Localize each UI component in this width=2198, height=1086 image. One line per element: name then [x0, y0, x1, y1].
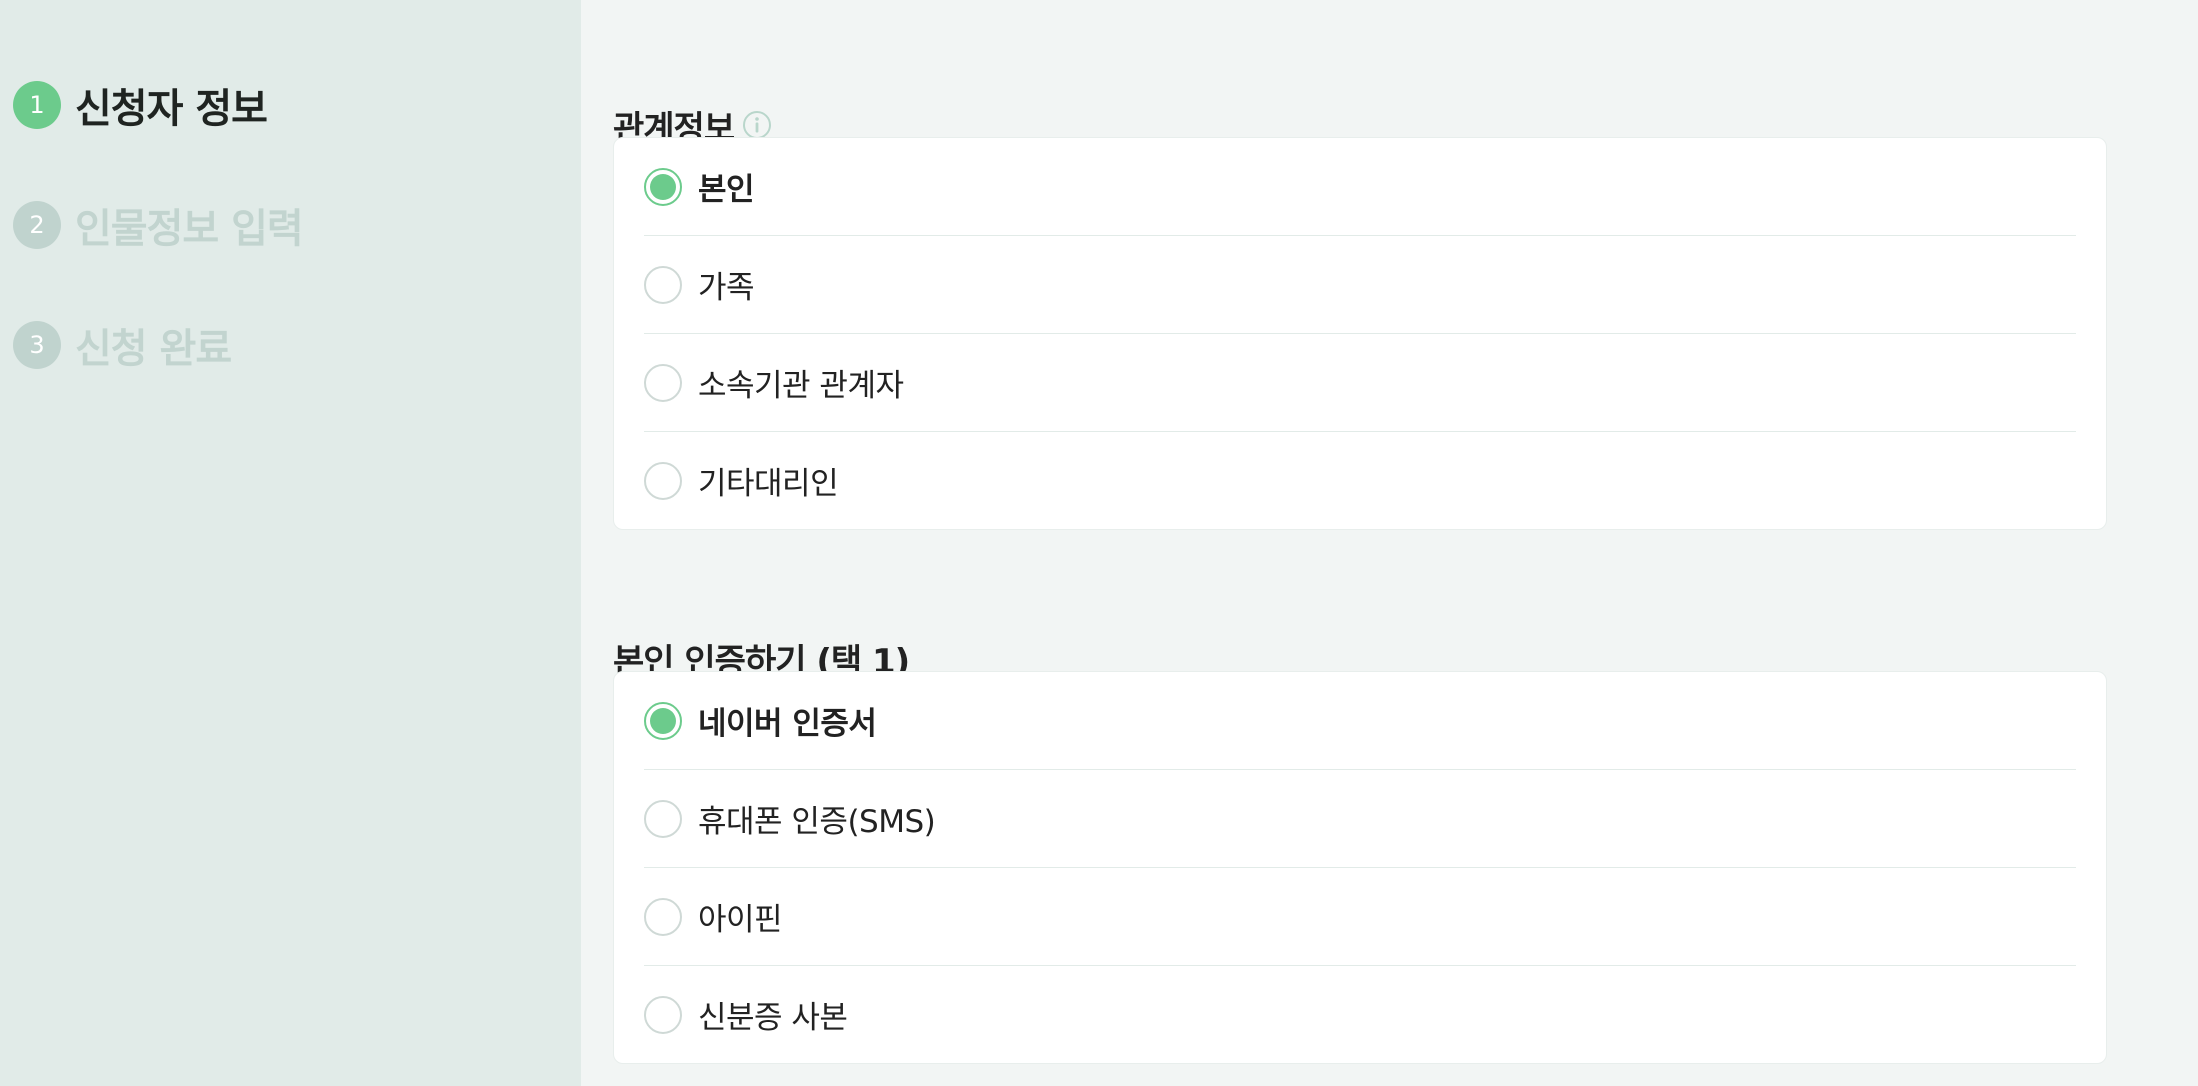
- option-label: 본인: [698, 172, 755, 208]
- radio-button[interactable]: [644, 461, 682, 500]
- step-sidebar: 1 신청자 정보 2 인물정보 입력 3 신청 완료: [0, 0, 581, 1086]
- option-label: 가족: [698, 270, 755, 306]
- option-label: 네이버 인증서: [698, 706, 877, 742]
- relation-radio-group: 본인 가족 소속기관 관계자 기타대리인: [614, 138, 2106, 529]
- auth-radio-group: 네이버 인증서 휴대폰 인증(SMS) 아이핀 신분증 사본: [614, 672, 2106, 1063]
- step-label-applicant-info: 신청자 정보: [75, 86, 268, 132]
- option-label: 아이핀: [698, 902, 783, 938]
- option-label: 휴대폰 인증(SMS): [698, 804, 936, 840]
- step-label-person-info: 인물정보 입력: [75, 206, 304, 252]
- step-label-complete: 신청 완료: [75, 326, 232, 372]
- info-circle-icon[interactable]: [742, 110, 772, 140]
- radio-button[interactable]: [644, 897, 682, 936]
- radio-button-checked[interactable]: [644, 701, 682, 740]
- relation-option-affiliated[interactable]: 소속기관 관계자: [644, 334, 2076, 432]
- relation-options-card: 본인 가족 소속기관 관계자 기타대리인: [613, 137, 2107, 530]
- step-complete: 3 신청 완료: [13, 321, 232, 372]
- radio-dot: [650, 173, 676, 200]
- radio-dot: [650, 707, 676, 734]
- auth-option-ipin[interactable]: 아이핀: [644, 868, 2076, 966]
- relation-option-family[interactable]: 가족: [644, 236, 2076, 334]
- option-label: 신분증 사본: [698, 1000, 848, 1036]
- step-number-1: 1: [13, 81, 61, 129]
- step-applicant-info: 1 신청자 정보: [13, 81, 268, 132]
- step-number-3: 3: [13, 321, 61, 369]
- radio-button[interactable]: [644, 265, 682, 304]
- step-person-info: 2 인물정보 입력: [13, 201, 304, 252]
- radio-button[interactable]: [644, 363, 682, 402]
- option-label: 기타대리인: [698, 466, 839, 502]
- step-number-2: 2: [13, 201, 61, 249]
- relation-option-self[interactable]: 본인: [644, 138, 2076, 236]
- option-label: 소속기관 관계자: [698, 368, 904, 404]
- radio-button[interactable]: [644, 995, 682, 1034]
- radio-button-checked[interactable]: [644, 167, 682, 206]
- auth-option-id-copy[interactable]: 신분증 사본: [644, 966, 2076, 1063]
- radio-button[interactable]: [644, 799, 682, 838]
- relation-option-other-agent[interactable]: 기타대리인: [644, 432, 2076, 529]
- auth-option-sms[interactable]: 휴대폰 인증(SMS): [644, 770, 2076, 868]
- auth-option-naver[interactable]: 네이버 인증서: [644, 672, 2076, 770]
- auth-options-card: 네이버 인증서 휴대폰 인증(SMS) 아이핀 신분증 사본: [613, 671, 2107, 1064]
